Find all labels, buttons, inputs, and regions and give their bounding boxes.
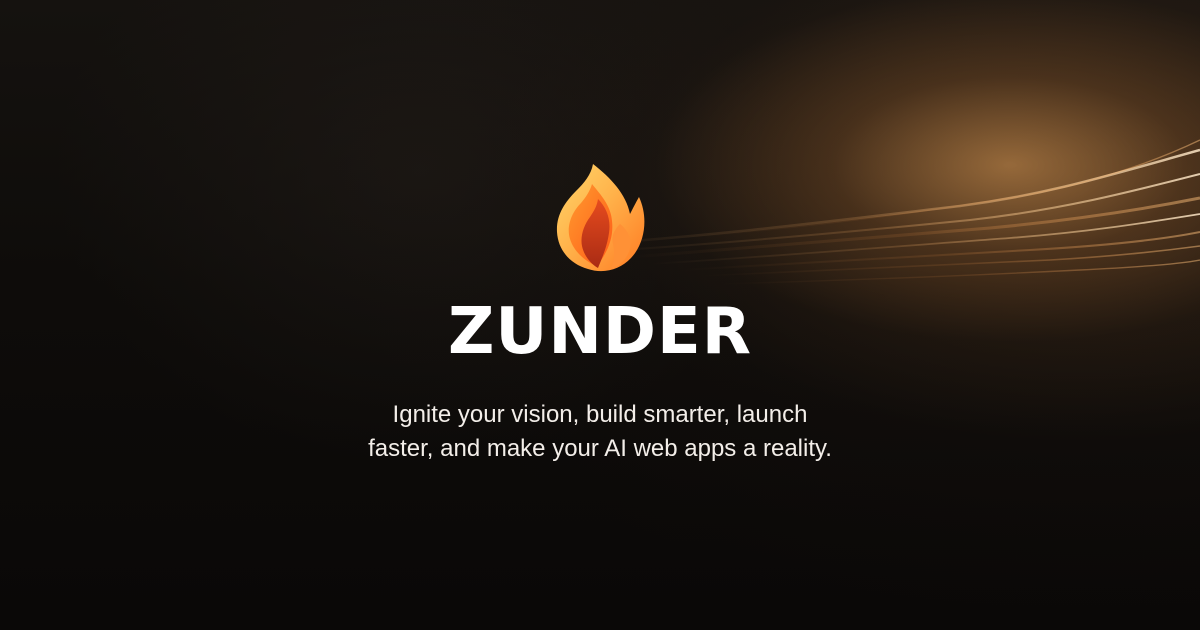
tagline-line-2: faster, and make your AI web apps a real… bbox=[368, 435, 832, 462]
tagline: Ignite your vision, build smarter, launc… bbox=[300, 398, 900, 466]
flame-icon bbox=[556, 164, 645, 272]
brand-wordmark: ZUNDER bbox=[447, 295, 753, 369]
tagline-line-1: Ignite your vision, build smarter, launc… bbox=[392, 401, 808, 428]
streak-lines bbox=[559, 139, 1200, 285]
hero-banner: ZUNDER Ignite your vision, build smarter… bbox=[0, 0, 1200, 630]
